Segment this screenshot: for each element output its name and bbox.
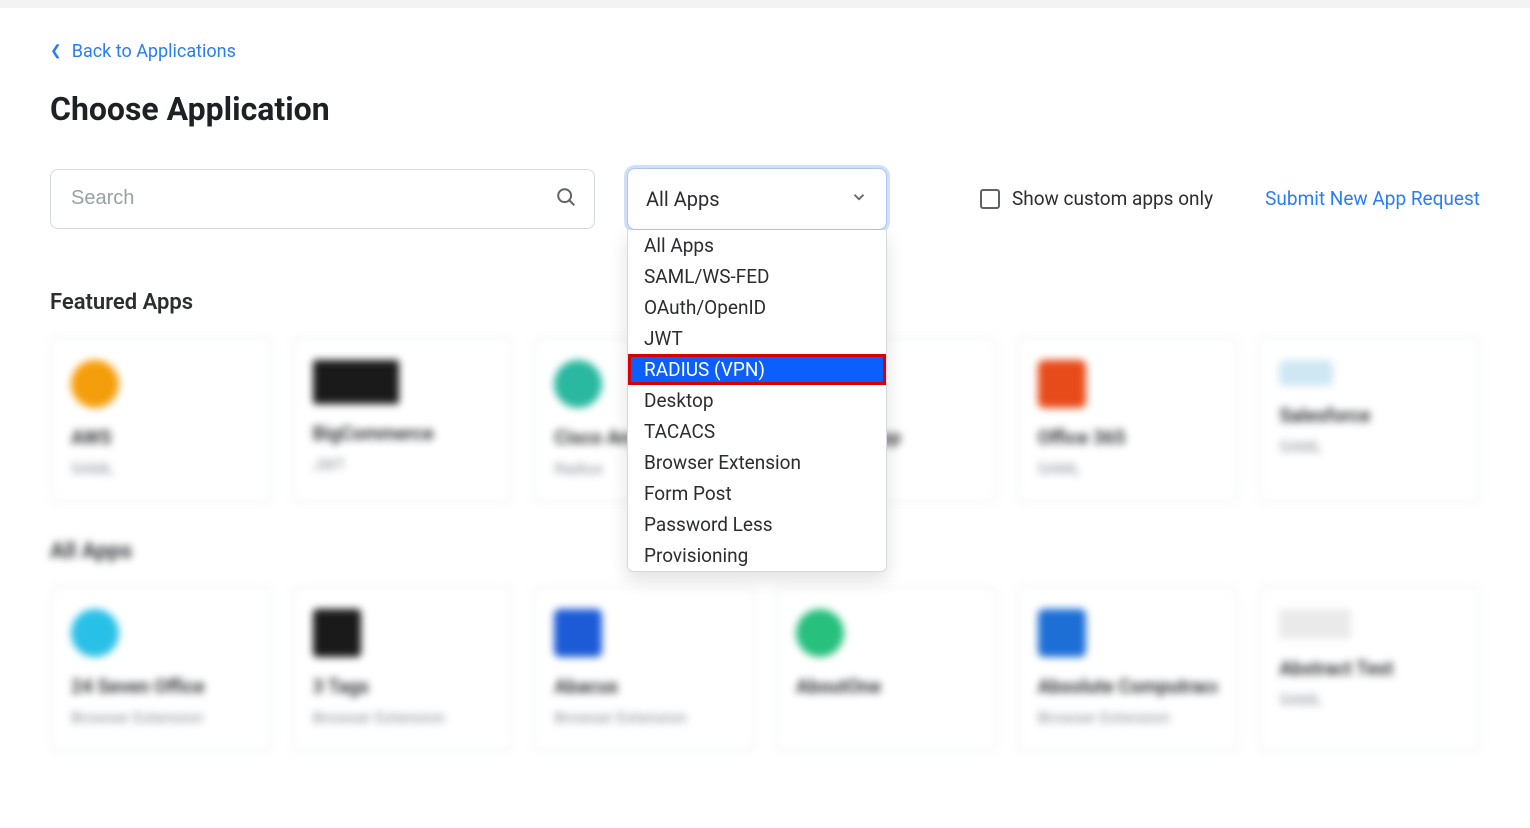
app-icon	[554, 360, 602, 408]
app-icon	[1038, 360, 1086, 408]
app-name: Absolute Computrace	[1038, 675, 1218, 698]
all-apps-grid: 24 Seven Office Browser Extension 3 Tags Br…	[50, 586, 1480, 752]
submit-new-app-request-link[interactable]: Submit New App Request	[1265, 187, 1480, 210]
app-card[interactable]: AWS SAML	[50, 337, 272, 503]
filter-option[interactable]: Desktop	[628, 385, 886, 416]
app-subtext: SAML	[1279, 437, 1459, 456]
app-card[interactable]: Office 365 SAML	[1017, 337, 1239, 503]
app-subtext: SAML	[1279, 690, 1459, 709]
filter-dropdown-trigger[interactable]: All Apps	[627, 168, 887, 230]
app-subtext: JWT	[313, 455, 493, 474]
app-name: BigCommerce	[313, 422, 493, 445]
app-name: 24 Seven Office	[71, 675, 251, 698]
back-link-label: Back to Applications	[72, 41, 236, 62]
app-card[interactable]: Abstract Test SAML	[1258, 586, 1480, 752]
filter-option[interactable]: JWT	[628, 323, 886, 354]
app-subtext: Browser Extension	[313, 708, 493, 727]
app-icon	[1038, 609, 1086, 657]
show-custom-apps-checkbox[interactable]: Show custom apps only	[980, 187, 1213, 210]
app-card[interactable]: Absolute Computrace Browser Extension	[1017, 586, 1239, 752]
search-input[interactable]	[50, 169, 595, 229]
app-subtext: Browser Extension	[554, 708, 734, 727]
app-subtext: Browser Extension	[1038, 708, 1218, 727]
search-wrapper	[50, 169, 595, 229]
controls-row: All Apps All AppsSAML/WS-FEDOAuth/OpenID…	[50, 168, 1480, 230]
filter-option[interactable]: Form Post	[628, 478, 886, 509]
app-icon	[71, 360, 119, 408]
filter-option[interactable]: TACACS	[628, 416, 886, 447]
show-custom-apps-label: Show custom apps only	[1012, 187, 1213, 210]
filter-dropdown-list: All AppsSAML/WS-FEDOAuth/OpenIDJWTRADIUS…	[627, 230, 887, 572]
app-name: Salesforce	[1279, 404, 1459, 427]
app-icon	[71, 609, 119, 657]
app-name: 3 Tags	[313, 675, 493, 698]
filter-option[interactable]: Password Less	[628, 509, 886, 540]
app-icon	[313, 609, 361, 657]
app-subtext: SAML	[71, 459, 251, 478]
app-card[interactable]: BigCommerce JWT	[292, 337, 514, 503]
app-subtext: SAML	[1038, 459, 1218, 478]
app-name: AboutOne	[796, 675, 976, 698]
app-icon	[554, 609, 602, 657]
app-name: Office 365	[1038, 426, 1218, 449]
filter-option[interactable]: OAuth/OpenID	[628, 292, 886, 323]
app-card[interactable]: Abacus Browser Extension	[533, 586, 755, 752]
app-card[interactable]: 24 Seven Office Browser Extension	[50, 586, 272, 752]
app-card[interactable]: 3 Tags Browser Extension	[292, 586, 514, 752]
filter-dropdown-selected: All Apps	[646, 187, 720, 211]
app-icon	[313, 360, 399, 404]
filter-option[interactable]: All Apps	[628, 230, 886, 261]
filter-option[interactable]: Browser Extension	[628, 447, 886, 478]
app-card[interactable]: Salesforce SAML	[1258, 337, 1480, 503]
app-subtext: Browser Extension	[71, 708, 251, 727]
app-icon	[1279, 360, 1333, 386]
checkbox-icon	[980, 189, 1000, 209]
app-name: AWS	[71, 426, 251, 449]
chevron-down-icon	[850, 187, 868, 211]
app-name: Abstract Test	[1279, 657, 1459, 680]
app-icon	[1279, 609, 1351, 639]
chevron-left-icon: ❮	[50, 44, 62, 58]
page-content: ❮ Back to Applications Choose Applicatio…	[0, 8, 1530, 828]
back-to-applications-link[interactable]: ❮ Back to Applications	[50, 41, 236, 62]
app-name: Abacus	[554, 675, 734, 698]
app-card[interactable]: AboutOne	[775, 586, 997, 752]
filter-option[interactable]: SAML/WS-FED	[628, 261, 886, 292]
filter-option[interactable]: RADIUS (VPN)	[628, 354, 886, 385]
filter-option[interactable]: Provisioning	[628, 540, 886, 571]
top-bar-strip	[0, 0, 1530, 8]
page-title: Choose Application	[50, 90, 1480, 128]
app-icon	[796, 609, 844, 657]
filter-dropdown: All Apps All AppsSAML/WS-FEDOAuth/OpenID…	[627, 168, 887, 230]
